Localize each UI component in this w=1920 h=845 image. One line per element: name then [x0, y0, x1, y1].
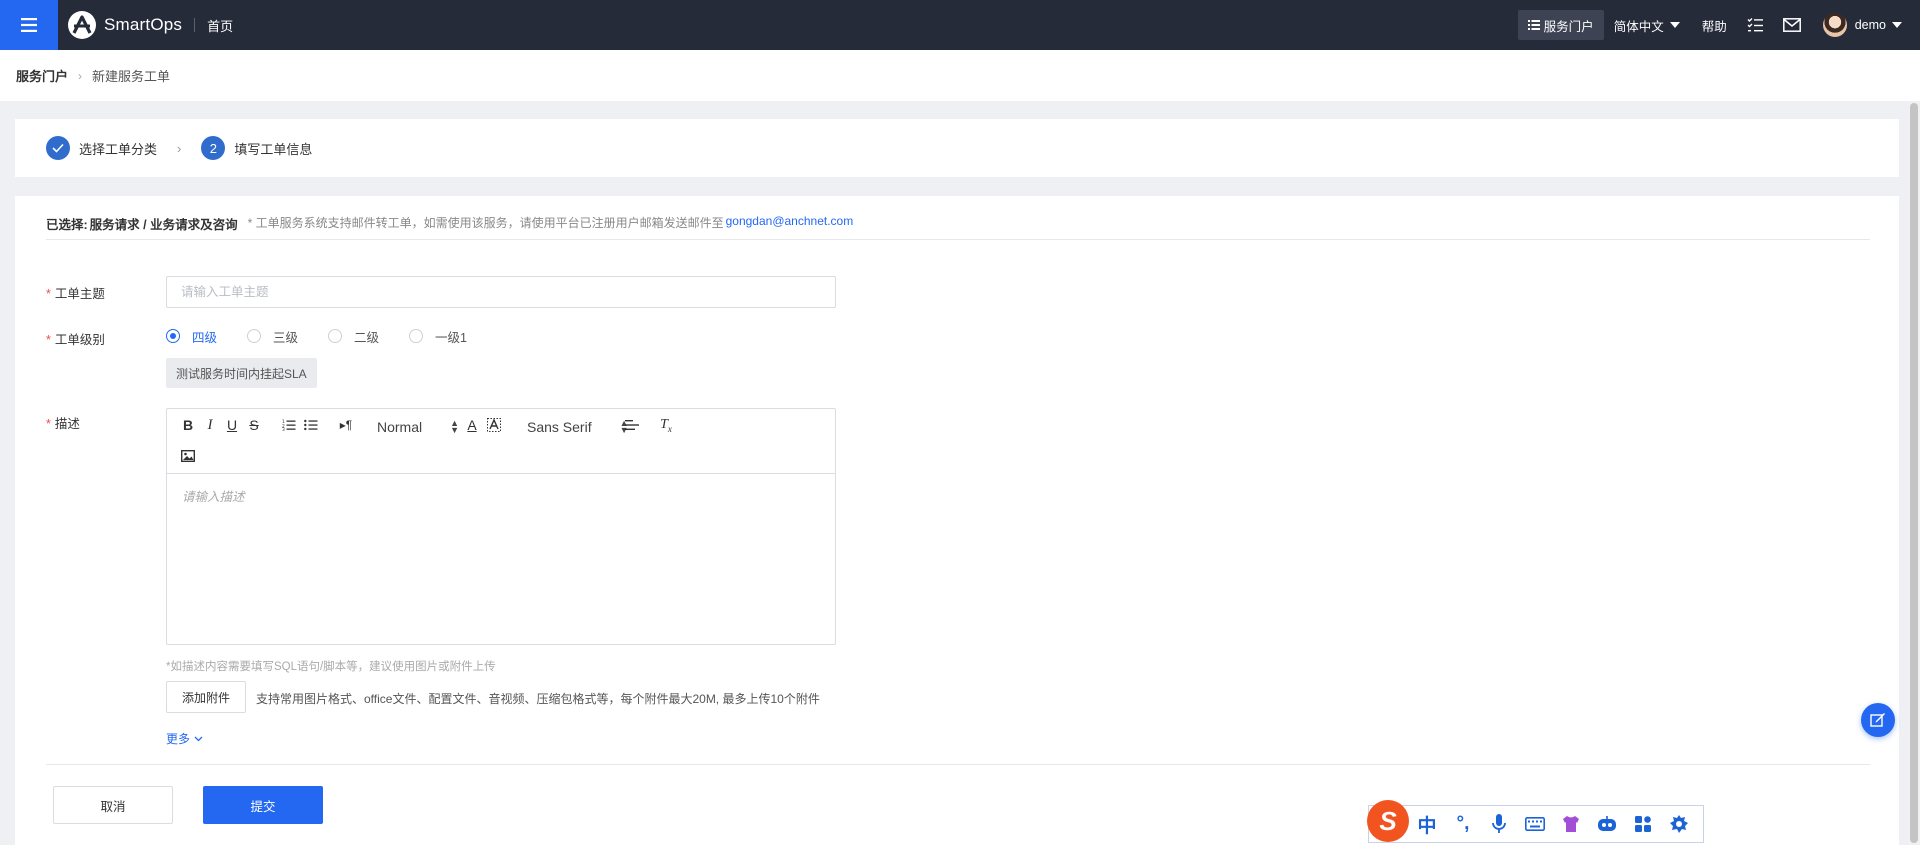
step-label: 选择工单分类 [79, 141, 158, 157]
apps-grid-icon[interactable] [1625, 805, 1661, 843]
check-icon [46, 136, 70, 160]
caret-down-icon [1892, 22, 1902, 28]
required-mark: * [46, 333, 51, 347]
chevron-right-icon: › [177, 140, 182, 156]
cancel-button[interactable]: 取消 [53, 786, 173, 824]
description-label: * 描述 [46, 417, 80, 431]
skin-icon[interactable] [1553, 805, 1589, 843]
help-link[interactable]: 帮助 [1702, 16, 1727, 35]
text-direction-icon[interactable]: ▸¶ [337, 416, 355, 434]
ticket-form: 已选择: 服务请求 / 业务请求及咨询 * 工单服务系统支持邮件转工单，如需使用… [15, 196, 1899, 845]
required-mark: * [46, 417, 51, 431]
step-label: 填写工单信息 [234, 141, 313, 157]
service-portal-button[interactable]: 服务门户 [1517, 10, 1604, 40]
rich-text-editor: B I U S 123 ▸¶ Normal ▲ ▼ A Sans Serif ▲ ▼ T… [166, 408, 836, 645]
user-menu[interactable]: demo [1855, 18, 1902, 32]
level-radio-4[interactable]: 四级 [166, 327, 217, 346]
clear-format-icon[interactable]: Tx [657, 416, 675, 434]
logo-icon [68, 11, 96, 39]
editor-toolbar: B I U S 123 ▸¶ Normal ▲ ▼ A Sans Serif ▲ ▼ T… [167, 409, 835, 474]
bold-icon[interactable]: B [179, 416, 197, 434]
description-hint: *如描述内容需要填写SQL语句/脚本等，建议使用图片或附件上传 [166, 661, 496, 673]
steps-indicator: 选择工单分类 › 2 填写工单信息 [15, 119, 1899, 177]
format-select[interactable]: Normal ▲ ▼ [377, 418, 460, 436]
attachment-note: 支持常用图片格式、office文件、配置文件、音视频、压缩包格式等，每个附件最大… [256, 692, 820, 706]
selected-label: 已选择: [46, 218, 88, 232]
submit-button[interactable]: 提交 [203, 786, 323, 824]
settings-icon[interactable] [1661, 805, 1697, 843]
user-avatar[interactable] [1822, 13, 1847, 37]
underline-icon[interactable]: U [223, 416, 241, 434]
hamburger-icon [21, 18, 37, 32]
breadcrumb-root[interactable]: 服务门户 [16, 66, 68, 85]
home-link[interactable]: 首页 [207, 16, 233, 35]
floating-edit-button[interactable] [1861, 703, 1895, 737]
subject-label: * 工单主题 [46, 287, 105, 301]
sogou-logo-icon[interactable]: S [1367, 800, 1409, 842]
edit-icon [1870, 713, 1885, 727]
selected-category-row: 已选择: 服务请求 / 业务请求及咨询 * 工单服务系统支持邮件转工单，如需使用… [46, 214, 1870, 240]
page-scrollbar[interactable] [1908, 101, 1920, 845]
level-radio-group: 四级 三级 二级 一级1 [166, 326, 497, 346]
brand-separator [194, 18, 196, 32]
user-name: demo [1854, 18, 1886, 32]
step-select-category[interactable]: 选择工单分类 [46, 136, 157, 160]
brand-name: SmartOps [104, 15, 183, 34]
ime-mode-toggle[interactable]: 中 [1409, 805, 1445, 843]
list-icon [1527, 20, 1540, 30]
support-email-link[interactable]: gongdan@anchnet.com [726, 214, 854, 228]
menu-toggle-button[interactable] [0, 0, 58, 50]
ime-toolbar: S 中 °, [1367, 800, 1704, 843]
italic-icon[interactable]: I [201, 416, 219, 434]
align-icon[interactable] [623, 416, 641, 434]
service-portal-label: 服务门户 [1543, 19, 1594, 34]
more-toggle[interactable]: 更多 [166, 730, 203, 747]
step-fill-info: 2 填写工单信息 [201, 136, 312, 160]
level-label: * 工单级别 [46, 333, 105, 347]
background-color-icon[interactable] [485, 416, 503, 434]
step-number: 2 [201, 136, 226, 160]
strikethrough-icon[interactable]: S [245, 416, 263, 434]
breadcrumb-current: 新建服务工单 [92, 69, 171, 84]
select-arrows-icon: ▲ ▼ [450, 418, 460, 435]
email-note: * 工单服务系统支持邮件转工单，如需使用该服务，请使用平台已注册用户邮箱发送邮件… [247, 216, 724, 230]
robot-icon[interactable] [1589, 805, 1625, 843]
divider [46, 764, 1870, 765]
subject-input[interactable] [166, 276, 836, 308]
task-list-icon[interactable] [1747, 17, 1763, 33]
font-select[interactable]: Sans Serif ▲ ▼ [527, 419, 629, 436]
language-label: 简体中文 [1613, 19, 1664, 34]
level-radio-2[interactable]: 二级 [328, 327, 379, 346]
font-color-icon[interactable]: A [463, 416, 481, 434]
ime-punctuation-toggle[interactable]: °, [1445, 805, 1481, 843]
mail-icon[interactable] [1782, 18, 1801, 32]
required-mark: * [46, 287, 51, 301]
chevron-right-icon: › [78, 68, 83, 83]
chevron-down-icon [194, 736, 203, 741]
sla-tag: 测试服务时间内挂起SLA [166, 358, 317, 388]
level-radio-1[interactable]: 一级1 [409, 327, 467, 346]
more-label: 更多 [166, 732, 191, 746]
image-icon[interactable] [179, 447, 197, 465]
selected-path: 服务请求 / 业务请求及咨询 [89, 218, 238, 232]
language-selector[interactable]: 简体中文 [1614, 16, 1680, 35]
scrollbar-thumb[interactable] [1910, 103, 1918, 843]
level-radio-3[interactable]: 三级 [247, 327, 298, 346]
app-logo[interactable]: SmartOps [68, 11, 182, 39]
top-navbar: SmartOps 首页 服务门户 简体中文 帮助 demo [0, 0, 1920, 50]
keyboard-icon[interactable] [1517, 805, 1553, 843]
caret-down-icon [1669, 22, 1680, 28]
topbar-right: 服务门户 简体中文 帮助 demo [1517, 0, 1920, 50]
bullet-list-icon[interactable] [302, 416, 320, 434]
ordered-list-icon[interactable]: 123 [280, 416, 298, 434]
microphone-icon[interactable] [1481, 805, 1517, 843]
breadcrumb: 服务门户 › 新建服务工单 [0, 50, 1920, 101]
description-textarea[interactable]: 请输入描述 [167, 474, 835, 517]
svg-text:3: 3 [282, 427, 285, 431]
add-attachment-button[interactable]: 添加附件 [166, 681, 246, 713]
